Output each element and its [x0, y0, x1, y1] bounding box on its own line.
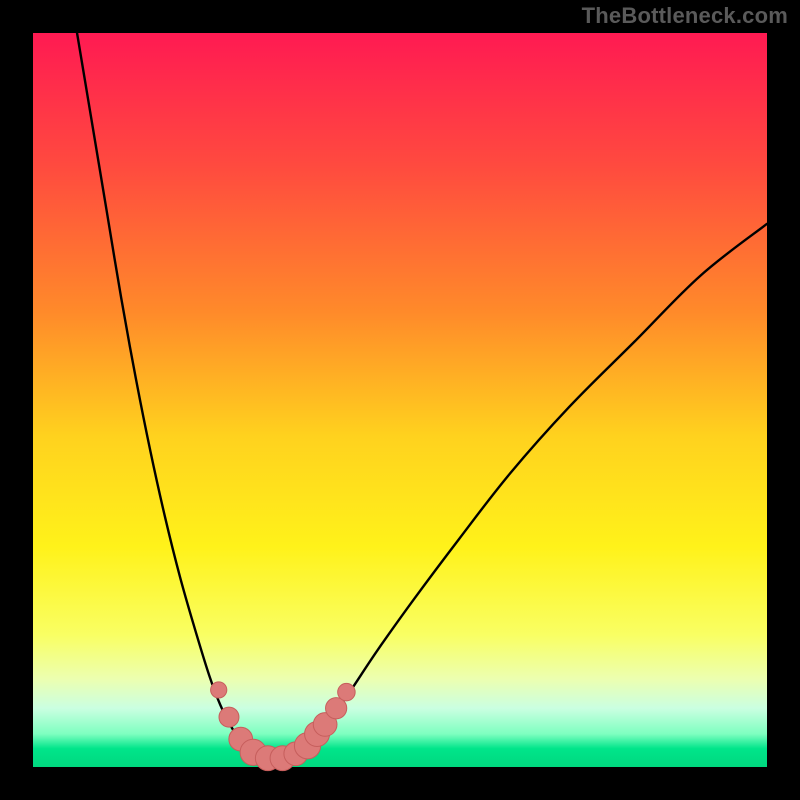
- curve-marker: [211, 682, 227, 698]
- bottleneck-chart: [0, 0, 800, 800]
- curve-marker: [338, 683, 355, 700]
- plot-background: [33, 33, 767, 767]
- watermark-text: TheBottleneck.com: [582, 3, 788, 29]
- chart-stage: TheBottleneck.com: [0, 0, 800, 800]
- curve-marker: [219, 707, 239, 727]
